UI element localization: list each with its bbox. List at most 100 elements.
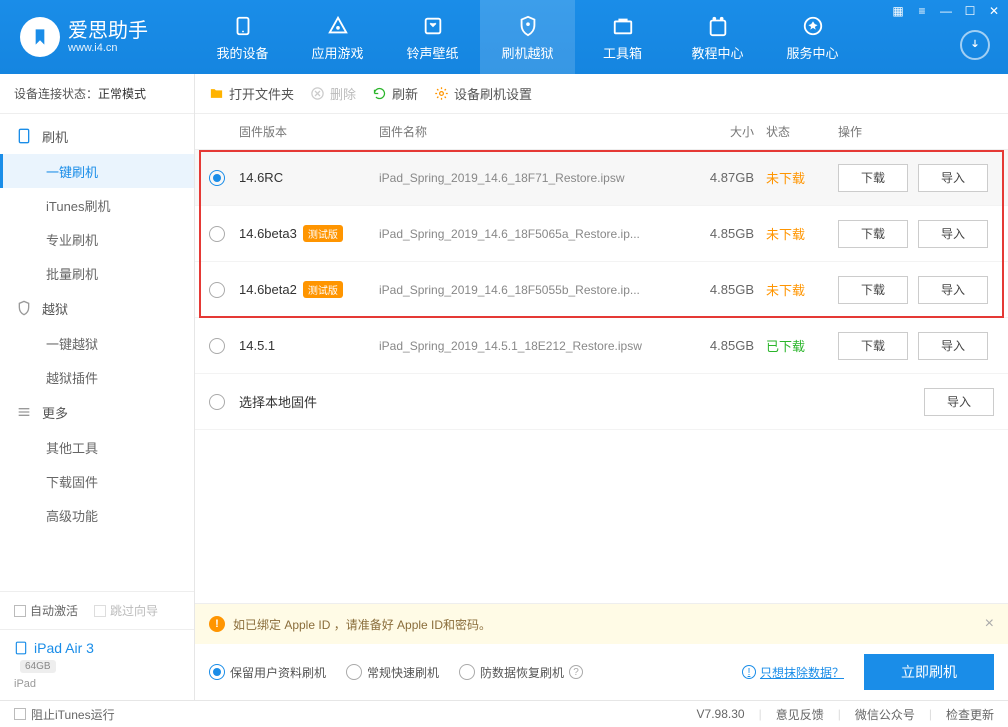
sidebar: 设备连接状态： 正常模式 刷机一键刷机iTunes刷机专业刷机批量刷机越狱一键越… [0,74,195,700]
flash-radio[interactable] [459,664,475,680]
table-row[interactable]: 14.6RC iPad_Spring_2019_14.6_18F71_Resto… [195,150,1008,206]
size-text: 4.85GB [684,338,754,353]
version-text: 14.6beta3 [239,226,297,241]
auto-activate-checkbox[interactable]: 自动激活 [14,602,78,619]
nav-tab-4[interactable]: 工具箱 [575,0,670,74]
flash-mode-option[interactable]: 防数据恢复刷机? [459,664,583,681]
import-button[interactable]: 导入 [918,220,988,248]
table-row[interactable]: 14.6beta2测试版 iPad_Spring_2019_14.6_18F50… [195,262,1008,318]
menu-icon[interactable]: ≡ [914,4,930,18]
table-header: 固件版本 固件名称 大小 状态 操作 [195,114,1008,150]
flash-mode-option[interactable]: 常规快速刷机 [346,664,439,681]
flash-mode-option[interactable]: 保留用户资料刷机 [209,664,326,681]
col-name[interactable]: 固件名称 [379,123,684,140]
import-button[interactable]: 导入 [924,388,994,416]
row-radio[interactable] [209,170,225,186]
firmware-name: iPad_Spring_2019_14.6_18F5065a_Restore.i… [379,227,684,241]
version-text: V7.98.30 [697,707,745,721]
table-row[interactable]: 14.5.1 iPad_Spring_2019_14.5.1_18E212_Re… [195,318,1008,374]
side-group[interactable]: 越狱 [0,290,194,326]
logo-icon [20,17,60,57]
col-status[interactable]: 状态 [754,123,824,140]
flash-radio[interactable] [209,664,225,680]
nav-tab-0[interactable]: 我的设备 [195,0,290,74]
side-item[interactable]: 下载固件 [0,464,194,498]
warning-icon: ! [209,616,225,632]
download-button[interactable]: 下载 [838,332,908,360]
nav-icon [422,13,444,39]
download-button[interactable]: 下载 [838,276,908,304]
local-firmware-row[interactable]: 选择本地固件 导入 [195,374,1008,430]
local-label: 选择本地固件 [239,392,684,411]
side-group[interactable]: 刷机 [0,118,194,154]
feedback-link[interactable]: 意见反馈 [776,706,824,723]
flash-now-button[interactable]: 立即刷机 [864,654,994,690]
side-item[interactable]: 批量刷机 [0,256,194,290]
logo[interactable]: 爱思助手 www.i4.cn [20,17,195,57]
window-controls: ▦ ≡ — ☐ ✕ [890,4,1002,18]
maximize-icon[interactable]: ☐ [962,4,978,18]
row-radio[interactable] [209,226,225,242]
delete-icon [310,86,325,101]
row-radio[interactable] [209,394,225,410]
nav-tab-6[interactable]: 服务中心 [765,0,860,74]
side-item[interactable]: 一键刷机 [0,154,194,188]
side-item[interactable]: iTunes刷机 [0,188,194,222]
table-row[interactable]: 14.6beta3测试版 iPad_Spring_2019_14.6_18F50… [195,206,1008,262]
warning-text: 如已绑定 Apple ID ，请准备好 Apple ID和密码。 [233,616,491,633]
nav-label: 我的设备 [216,43,268,62]
import-button[interactable]: 导入 [918,332,988,360]
stop-itunes-checkbox[interactable]: 阻止iTunes运行 [14,706,115,723]
side-item[interactable]: 越狱插件 [0,360,194,394]
download-button[interactable]: 下载 [838,220,908,248]
firmware-name: iPad_Spring_2019_14.5.1_18E212_Restore.i… [379,339,684,353]
import-button[interactable]: 导入 [918,164,988,192]
side-group[interactable]: 更多 [0,394,194,430]
status-text: 已下载 [754,336,824,355]
group-icon [16,128,32,144]
wechat-link[interactable]: 微信公众号 [855,706,915,723]
group-icon [16,300,32,316]
nav-label: 工具箱 [603,43,642,62]
side-item[interactable]: 一键越狱 [0,326,194,360]
open-folder-button[interactable]: 打开文件夹 [209,84,294,103]
import-button[interactable]: 导入 [918,276,988,304]
download-button[interactable]: 下载 [838,164,908,192]
app-title: 爱思助手 [68,20,148,42]
version-text: 14.6beta2 [239,282,297,297]
side-item[interactable]: 其他工具 [0,430,194,464]
side-item[interactable]: 高级功能 [0,498,194,532]
check-update-link[interactable]: 检查更新 [946,706,994,723]
firmware-name: iPad_Spring_2019_14.6_18F5055b_Restore.i… [379,283,684,297]
refresh-icon [372,86,387,101]
help-icon[interactable]: ? [569,665,583,679]
download-manager-icon[interactable] [960,30,990,60]
close-warning-button[interactable]: × [985,615,994,633]
nav-tab-2[interactable]: 铃声壁纸 [385,0,480,74]
main-content: 打开文件夹 删除 刷新 设备刷机设置 固件版本 固件名称 大小 状态 操作 14… [195,74,1008,700]
skip-wizard-checkbox[interactable]: 跳过向导 [94,602,158,619]
nav-tab-3[interactable]: 刷机越狱 [480,0,575,74]
row-radio[interactable] [209,338,225,354]
row-radio[interactable] [209,282,225,298]
device-name: iPad Air 3 [34,640,94,656]
auto-activate-label: 自动激活 [30,602,78,619]
flash-settings-button[interactable]: 设备刷机设置 [434,84,532,103]
side-item[interactable]: 专业刷机 [0,222,194,256]
device-info[interactable]: iPad Air 3 64GB iPad [0,629,194,700]
flash-radio[interactable] [346,664,362,680]
nav-tab-5[interactable]: 教程中心 [670,0,765,74]
status-label: 设备连接状态： [14,85,98,102]
col-size[interactable]: 大小 [684,123,754,140]
refresh-button[interactable]: 刷新 [372,84,418,103]
delete-button[interactable]: 删除 [310,84,356,103]
close-icon[interactable]: ✕ [986,4,1002,18]
footer: 阻止iTunes运行 V7.98.30 | 意见反馈 | 微信公众号 | 检查更… [0,700,1008,727]
status-text: 未下载 [754,280,824,299]
firmware-name: iPad_Spring_2019_14.6_18F71_Restore.ipsw [379,171,684,185]
erase-data-link[interactable]: !只想抹除数据？ [742,664,844,681]
minimize-icon[interactable]: — [938,4,954,18]
gift-icon[interactable]: ▦ [890,4,906,18]
col-version[interactable]: 固件版本 [239,123,379,140]
nav-tab-1[interactable]: 应用游戏 [290,0,385,74]
